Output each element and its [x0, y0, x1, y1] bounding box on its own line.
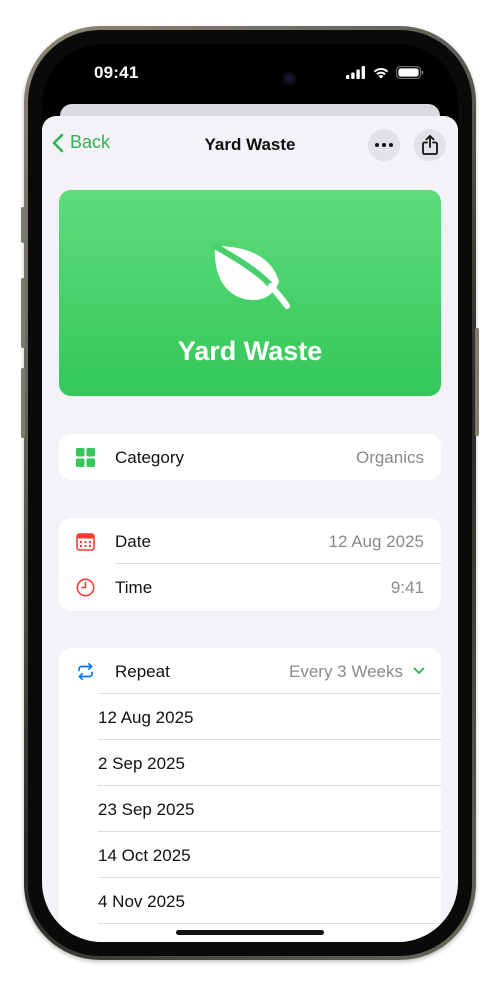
detail-sheet: Back Yard Waste Yard Waste Category Orga…: [42, 116, 458, 942]
time-label: Time: [115, 578, 153, 597]
leaf-icon: [212, 243, 290, 309]
battery-icon: [396, 66, 424, 79]
repeat-date: 12 Aug 2025: [98, 708, 194, 727]
category-value: Organics: [355, 448, 424, 467]
category-card: Category Organics: [59, 434, 441, 480]
hero-title: Yard Waste: [177, 336, 323, 366]
cellular-signal-icon: [346, 66, 365, 79]
repeat-row[interactable]: Repeat Every 3 Weeks: [59, 648, 441, 694]
volume-down-button: [21, 368, 25, 438]
ellipsis-icon: [375, 143, 393, 147]
navigation-bar: Back Yard Waste: [42, 116, 458, 172]
screen: 09:41 Back Yard Waste Yard Waste Categor…: [42, 44, 458, 942]
clock-icon: [76, 578, 95, 597]
list-item: 2 Sep 2025: [59, 740, 441, 786]
date-label: Date: [115, 532, 151, 551]
more-button[interactable]: [368, 129, 400, 161]
repeat-date: 4 Nov 2025: [98, 892, 185, 911]
repeat-card: Repeat Every 3 Weeks 12 Aug 2025 2 Sep 2…: [59, 648, 441, 942]
category-row[interactable]: Category Organics: [59, 434, 441, 480]
date-value: 12 Aug 2025: [328, 532, 424, 551]
repeat-date: 2 Sep 2025: [98, 754, 185, 773]
divider: [98, 923, 441, 924]
repeat-date: 14 Oct 2025: [98, 846, 191, 865]
action-button: [21, 207, 25, 243]
repeat-label: Repeat: [115, 662, 170, 681]
schedule-card: Date 12 Aug 2025 Time 9:41: [59, 518, 441, 611]
chevron-down-icon: [413, 667, 425, 674]
list-item: 14 Oct 2025: [59, 832, 441, 878]
list-item: 4 Nov 2025: [59, 878, 441, 924]
category-label: Category: [115, 448, 184, 467]
share-icon: [422, 135, 438, 155]
list-item: 23 Sep 2025: [59, 786, 441, 832]
volume-up-button: [21, 278, 25, 348]
date-row[interactable]: Date 12 Aug 2025: [59, 518, 441, 564]
time-row[interactable]: Time 9:41: [59, 564, 441, 610]
repeat-icon: [78, 662, 93, 681]
time-value: 9:41: [390, 578, 424, 597]
status-time: 09:41: [94, 63, 139, 82]
camera-icon: [283, 72, 296, 85]
home-indicator: [176, 930, 324, 935]
status-icons: [346, 66, 424, 79]
share-button[interactable]: [414, 129, 446, 161]
grid-icon: [76, 448, 95, 467]
wifi-icon: [373, 68, 389, 79]
dynamic-island: [192, 62, 310, 96]
status-bar: 09:41: [42, 44, 458, 104]
power-button: [475, 328, 479, 436]
calendar-icon: [76, 533, 95, 551]
repeat-date: 23 Sep 2025: [98, 800, 195, 819]
list-item: 12 Aug 2025: [59, 694, 441, 740]
repeat-value: Every 3 Weeks: [288, 662, 403, 681]
hero-card: Yard Waste: [59, 190, 441, 396]
